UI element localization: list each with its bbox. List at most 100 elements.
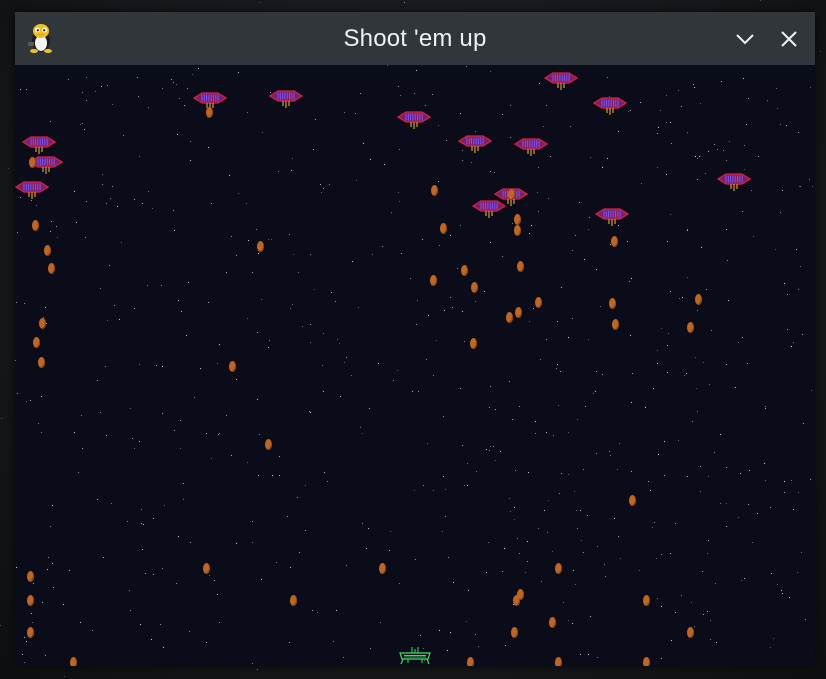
star (510, 511, 511, 512)
star (535, 421, 536, 422)
star (708, 476, 709, 477)
star (439, 630, 440, 631)
star (597, 657, 598, 658)
star (697, 411, 698, 412)
star (397, 370, 398, 371)
star (791, 480, 792, 481)
star (177, 134, 178, 135)
star (535, 433, 536, 434)
star (664, 441, 665, 442)
close-icon[interactable] (776, 26, 802, 52)
enemy-bullet (555, 563, 562, 574)
enemy-bullet (514, 214, 521, 225)
star (658, 454, 659, 455)
star (42, 602, 43, 603)
star (162, 413, 163, 414)
enemy-bullet (27, 571, 34, 582)
star (92, 630, 93, 631)
star (711, 330, 712, 331)
desktop-star (404, 2, 405, 3)
enemy-bullet (611, 236, 618, 247)
enemy-bullet (629, 495, 636, 506)
star (748, 98, 749, 99)
star (173, 82, 174, 83)
enemy-bullet (549, 617, 556, 628)
star (547, 532, 548, 533)
star (351, 375, 352, 376)
star (289, 642, 290, 643)
star (176, 84, 177, 85)
star (789, 597, 790, 598)
star (464, 341, 465, 342)
star (707, 611, 708, 612)
star (161, 285, 162, 286)
star (443, 476, 444, 477)
star (466, 621, 467, 622)
star (462, 311, 463, 312)
star (767, 100, 768, 101)
enemy-bullet (471, 282, 478, 293)
title-bar[interactable]: Shoot 'em up (15, 12, 815, 65)
desktop-star (820, 51, 821, 52)
star (276, 562, 277, 563)
star (692, 421, 693, 422)
star (279, 475, 280, 476)
star (716, 642, 717, 643)
star (546, 432, 547, 433)
enemy-bullet (643, 595, 650, 606)
star (587, 515, 588, 516)
star (585, 406, 586, 407)
desktop-star (257, 669, 258, 670)
star (278, 171, 279, 172)
star (803, 423, 804, 424)
star (134, 448, 135, 449)
star (31, 613, 32, 614)
star (657, 350, 658, 351)
star (445, 489, 446, 490)
star (180, 420, 181, 421)
star (290, 308, 291, 309)
star (218, 434, 219, 435)
star (519, 553, 520, 554)
star (657, 598, 658, 599)
star (696, 388, 697, 389)
star (438, 181, 439, 182)
star (142, 549, 143, 550)
star (596, 453, 597, 454)
game-canvas[interactable] (15, 65, 815, 666)
star (192, 74, 193, 75)
star (568, 474, 569, 475)
star (583, 469, 584, 470)
star (119, 319, 120, 320)
star (247, 318, 248, 319)
star (200, 368, 201, 369)
star (537, 192, 538, 193)
star (720, 434, 721, 435)
star (68, 79, 69, 80)
star (310, 342, 311, 343)
star (290, 567, 291, 568)
star (784, 481, 785, 482)
star (800, 266, 801, 267)
star (206, 642, 207, 643)
star (82, 123, 83, 124)
star (360, 93, 361, 94)
chevron-down-icon[interactable] (732, 26, 758, 52)
enemy-bullet (555, 657, 562, 666)
star (186, 335, 187, 336)
star (500, 451, 501, 452)
star (556, 368, 557, 369)
star (22, 654, 23, 655)
star (765, 406, 766, 407)
star (86, 77, 87, 78)
star (809, 179, 810, 180)
star (180, 448, 181, 449)
star (664, 475, 665, 476)
star (801, 552, 802, 553)
star (382, 246, 383, 247)
star (427, 443, 428, 444)
star (697, 179, 698, 180)
enemy-ship (269, 90, 303, 108)
star (17, 393, 18, 394)
enemy-bullet (430, 275, 437, 286)
